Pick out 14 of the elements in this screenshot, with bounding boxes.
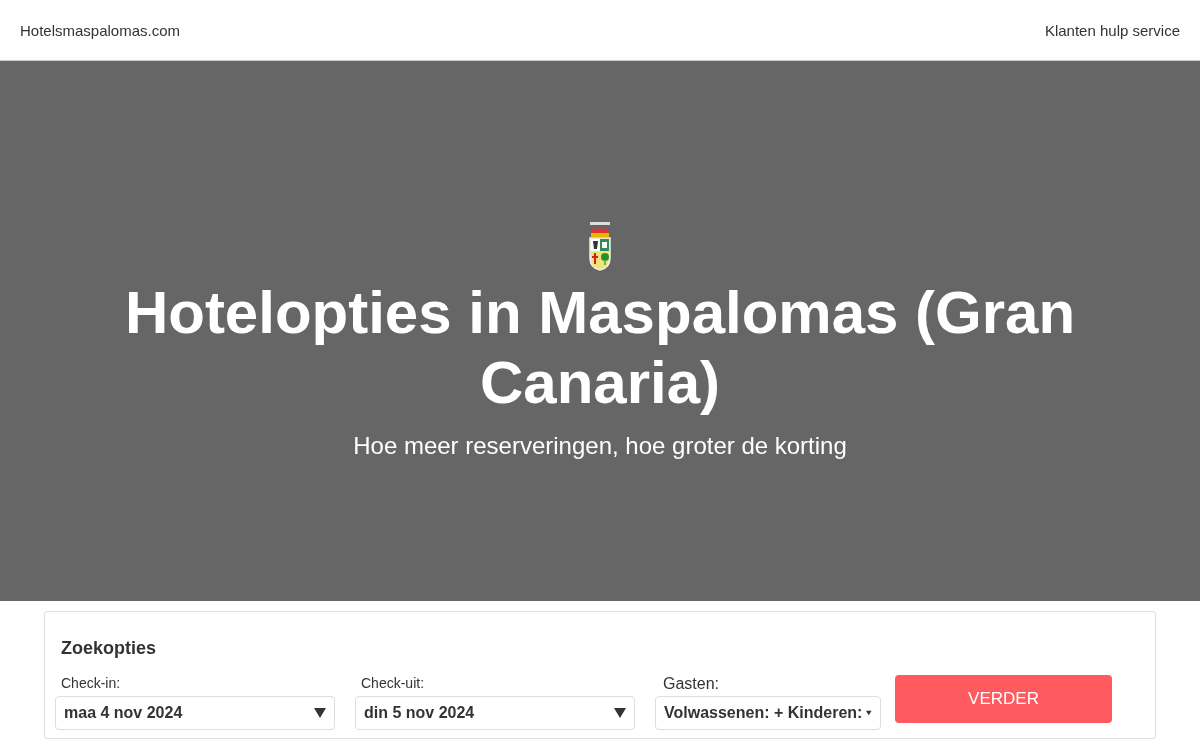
site-name[interactable]: Hotelsmaspalomas.com bbox=[20, 21, 181, 39]
date-select[interactable]: din 5 nov 2024 bbox=[355, 696, 635, 730]
field-label: Gasten: bbox=[663, 675, 721, 693]
caret-icon bbox=[314, 707, 326, 719]
coat-of-arms-icon bbox=[587, 222, 613, 274]
search-title: Zoekopties bbox=[61, 638, 158, 659]
guests-select[interactable]: Volwassenen: + Kinderen: bbox=[655, 696, 881, 730]
caret-icon bbox=[614, 707, 626, 719]
field-label: Check-uit: bbox=[361, 675, 426, 693]
hero-title: Hotelopties in Maspalomas (Gran Canaria) bbox=[123, 278, 1077, 418]
date-select[interactable]: maa 4 nov 2024 bbox=[55, 696, 335, 730]
customer-service-link[interactable]: Klanten hulp service bbox=[1044, 21, 1180, 39]
field-label: Check-in: bbox=[61, 675, 122, 693]
hero-subtitle: Hoe meer reserveringen, hoe groter de korting bbox=[353, 432, 847, 460]
